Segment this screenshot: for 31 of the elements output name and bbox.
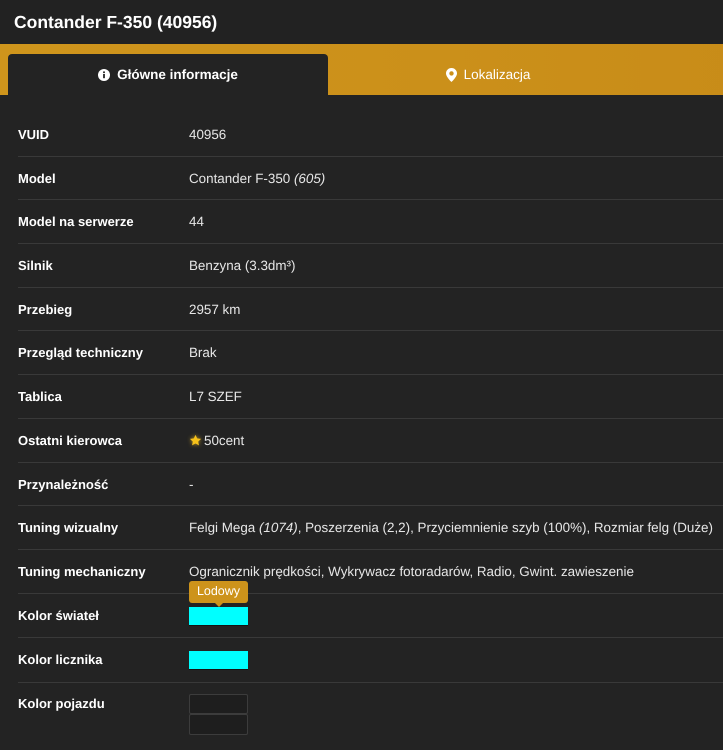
field-value: L7 SZEF xyxy=(189,388,242,406)
field-label: Przegląd techniczny xyxy=(18,344,144,362)
field-value: 44 xyxy=(189,213,204,230)
location-pin-icon xyxy=(446,68,457,82)
field-label: VUID xyxy=(18,126,50,143)
field-label: Ostatni kierowca xyxy=(18,432,124,449)
field-value: Ogranicznik prędkości, Wykrywacz fotoradarów, Radio, Gwint. zawieszenie xyxy=(189,562,634,580)
field-value: Felgi Mega (1074), Poszerzenia (2,2), Przyciemnienie szyb (100%), Rozmiar felg (Duże) xyxy=(189,519,713,536)
field-label: Kolor pojazdu xyxy=(18,695,106,712)
field-label: Kolor licznika xyxy=(18,651,104,668)
field-label: Kolor świateł xyxy=(18,606,100,624)
field-value: 40956 xyxy=(189,126,226,143)
field-label: Przebieg xyxy=(18,300,74,318)
field-label: Silnik xyxy=(18,257,54,274)
field-label: Tablica xyxy=(18,388,63,406)
tooltip: Lodowy xyxy=(189,580,248,607)
field-value: 2957 km xyxy=(189,300,240,318)
field-value: Contander F-350 (605) xyxy=(189,170,326,187)
info-icon xyxy=(98,68,110,80)
field-label: Tuning wizualny xyxy=(18,519,120,536)
star-icon xyxy=(189,434,202,447)
field-value: - xyxy=(189,476,194,492)
field-label: Tuning mechaniczny xyxy=(18,562,147,580)
field-value: Benzyna (3.3dm³) xyxy=(189,257,296,274)
field-label: Model na serwerze xyxy=(18,213,135,230)
driver-name: 50cent xyxy=(204,432,244,449)
field-label: Przynależność xyxy=(18,476,110,492)
field-value: Brak xyxy=(189,344,217,362)
field-label: Model xyxy=(18,170,57,187)
window-title: Contander F-350 (40956) xyxy=(14,12,218,32)
tab[interactable]: Główne informacje xyxy=(8,54,328,95)
